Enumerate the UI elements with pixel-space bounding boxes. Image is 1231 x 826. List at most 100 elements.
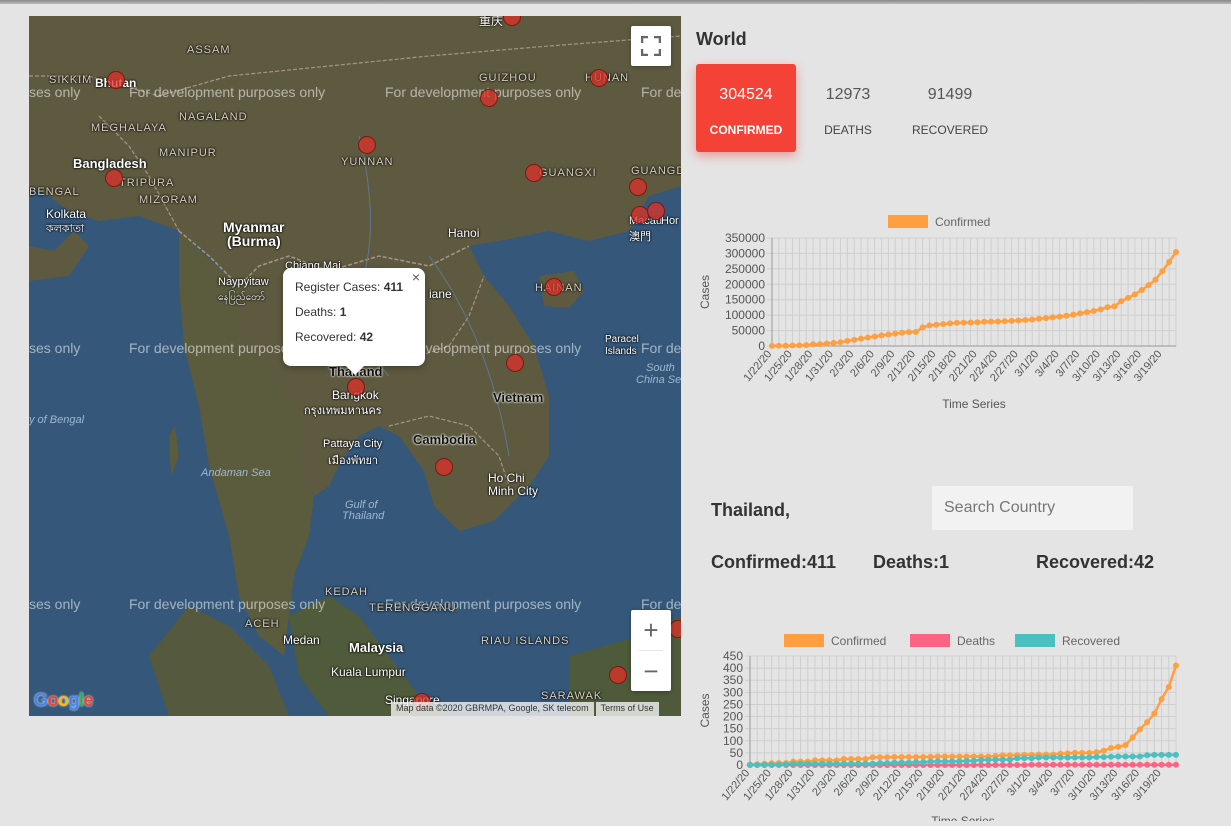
y-tick-label: 350 bbox=[723, 673, 743, 687]
data-point-confirmed bbox=[1173, 249, 1179, 255]
deaths-label: DEATHS bbox=[798, 123, 898, 137]
legend-swatch bbox=[1015, 634, 1055, 647]
country-marker[interactable] bbox=[358, 136, 376, 154]
country-marker[interactable] bbox=[347, 378, 365, 396]
data-point-recovered bbox=[1065, 754, 1071, 760]
map-view[interactable]: ses only For development purposes only F… bbox=[29, 16, 681, 716]
zoom-in-button[interactable]: + bbox=[631, 610, 671, 650]
country-marker[interactable] bbox=[105, 169, 123, 187]
recovered-card[interactable]: 91499 RECOVERED bbox=[900, 64, 1000, 152]
data-point-deaths bbox=[1043, 762, 1049, 768]
data-point-recovered bbox=[1014, 755, 1020, 761]
data-point-deaths bbox=[1050, 762, 1056, 768]
data-point-confirmed bbox=[926, 322, 932, 328]
confirmed-card[interactable]: 304524 CONFIRMED bbox=[696, 64, 796, 152]
data-point-confirmed bbox=[1144, 719, 1150, 725]
country-marker[interactable] bbox=[647, 202, 665, 220]
data-point-recovered bbox=[1137, 754, 1143, 760]
data-point-recovered bbox=[899, 760, 905, 766]
data-point-confirmed bbox=[1101, 748, 1107, 754]
data-point-confirmed bbox=[892, 331, 898, 337]
data-point-recovered bbox=[1144, 752, 1150, 758]
place-label: Cambodia bbox=[413, 432, 476, 447]
data-point-recovered bbox=[891, 760, 897, 766]
legend-label: Deaths bbox=[957, 634, 995, 648]
legend-swatch bbox=[888, 215, 928, 228]
data-point-deaths bbox=[1159, 762, 1165, 768]
country-marker[interactable] bbox=[545, 278, 563, 296]
data-point-confirmed bbox=[940, 321, 946, 327]
place-label: ACEH bbox=[245, 618, 280, 630]
zoom-control: + − bbox=[631, 610, 671, 691]
place-label: Islands bbox=[605, 346, 637, 357]
data-point-confirmed bbox=[1152, 277, 1158, 283]
data-point-recovered bbox=[798, 761, 804, 767]
country-marker[interactable] bbox=[590, 69, 608, 87]
data-point-confirmed bbox=[1159, 696, 1165, 702]
data-point-confirmed bbox=[920, 324, 926, 330]
data-point-confirmed bbox=[947, 320, 953, 326]
recovered-label: RECOVERED bbox=[900, 123, 1000, 137]
zoom-out-button[interactable]: − bbox=[631, 651, 671, 691]
place-label: Ho Chi bbox=[488, 471, 525, 485]
popup-deaths-value: 1 bbox=[340, 305, 347, 319]
country-marker[interactable] bbox=[506, 354, 524, 372]
country-marker[interactable] bbox=[480, 89, 498, 107]
place-label: ASSAM bbox=[187, 44, 231, 56]
data-point-confirmed bbox=[1118, 298, 1124, 304]
place-label: 重庆 bbox=[479, 16, 503, 29]
watermark-text: ses only bbox=[29, 340, 80, 356]
data-point-deaths bbox=[1029, 762, 1035, 768]
place-label: Paracel bbox=[605, 334, 639, 345]
y-tick-label: 200 bbox=[723, 710, 743, 724]
terms-link[interactable]: Terms of Use bbox=[596, 702, 659, 716]
data-point-recovered bbox=[1000, 757, 1006, 763]
data-point-confirmed bbox=[899, 330, 905, 336]
country-marker[interactable] bbox=[525, 164, 543, 182]
data-point-confirmed bbox=[769, 343, 775, 349]
legend-swatch bbox=[784, 634, 824, 647]
place-label: TRIPURA bbox=[119, 177, 174, 189]
place-label: GUANGXI bbox=[539, 167, 597, 179]
data-point-confirmed bbox=[906, 329, 912, 335]
place-label: China Se bbox=[636, 374, 681, 386]
data-point-confirmed bbox=[1105, 304, 1111, 310]
fullscreen-button[interactable] bbox=[631, 26, 671, 66]
close-icon[interactable]: × bbox=[412, 269, 420, 285]
world-title: World bbox=[696, 29, 747, 50]
data-point-confirmed bbox=[891, 754, 897, 760]
data-point-recovered bbox=[1159, 752, 1165, 758]
country-marker[interactable] bbox=[107, 71, 125, 89]
data-point-recovered bbox=[877, 760, 883, 766]
data-point-recovered bbox=[1007, 757, 1013, 763]
data-point-recovered bbox=[992, 757, 998, 763]
place-label: কলকাতা bbox=[46, 220, 84, 239]
data-point-confirmed bbox=[870, 754, 876, 760]
watermark-text: ses only bbox=[29, 84, 80, 100]
country-marker[interactable] bbox=[629, 178, 647, 196]
world-chart: Confirmed0500001000001500002000002500003… bbox=[700, 205, 1190, 420]
deaths-card[interactable]: 12973 DEATHS bbox=[798, 64, 898, 152]
search-country-input[interactable] bbox=[932, 486, 1133, 530]
top-shadow-bar bbox=[0, 0, 1231, 4]
data-point-confirmed bbox=[824, 340, 830, 346]
country-marker[interactable] bbox=[609, 666, 627, 684]
data-point-deaths bbox=[1166, 762, 1172, 768]
data-point-recovered bbox=[964, 758, 970, 764]
data-point-recovered bbox=[913, 759, 919, 765]
data-point-recovered bbox=[1029, 755, 1035, 761]
data-point-confirmed bbox=[810, 341, 816, 347]
country-marker[interactable] bbox=[435, 458, 453, 476]
data-point-confirmed bbox=[879, 332, 885, 338]
data-point-deaths bbox=[1007, 762, 1013, 768]
place-label: Pattaya City bbox=[323, 438, 382, 450]
y-tick-label: 200000 bbox=[725, 277, 765, 291]
place-label: Vietnam bbox=[493, 390, 543, 405]
data-point-confirmed bbox=[899, 754, 905, 760]
data-point-recovered bbox=[819, 761, 825, 767]
data-point-deaths bbox=[1094, 762, 1100, 768]
y-tick-label: 250 bbox=[723, 697, 743, 711]
place-label: iane bbox=[429, 287, 452, 301]
data-point-recovered bbox=[884, 760, 890, 766]
place-label: MEGHALAYA bbox=[91, 122, 167, 134]
